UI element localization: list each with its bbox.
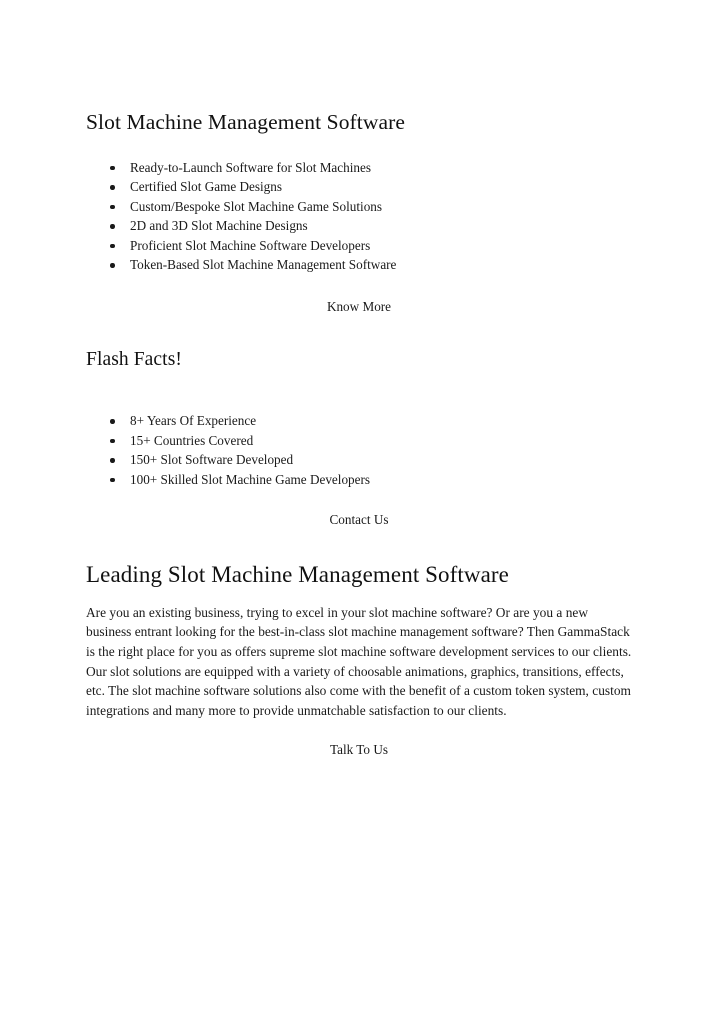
list-item: Token-Based Slot Machine Management Soft… <box>86 255 632 275</box>
list-item: 15+ Countries Covered <box>86 431 632 451</box>
list-item: 2D and 3D Slot Machine Designs <box>86 216 632 236</box>
section-heading-flash-facts: Flash Facts! <box>86 348 182 370</box>
talk-to-us-link[interactable]: Talk To Us <box>86 740 632 759</box>
list-item: 100+ Skilled Slot Machine Game Developer… <box>86 470 632 490</box>
list-item-label: 15+ Countries Covered <box>130 432 254 448</box>
list-item-label: Custom/Bespoke Slot Machine Game Solutio… <box>130 198 383 214</box>
list-item: Ready-to-Launch Software for Slot Machin… <box>86 158 632 178</box>
list-item-label: Token-Based Slot Machine Management Soft… <box>130 257 397 273</box>
list-item-label: 2D and 3D Slot Machine Designs <box>130 218 308 234</box>
section-heading-leading: Leading Slot Machine Management Software <box>86 562 509 588</box>
flash-facts-list: 8+ Years Of Experience 15+ Countries Cov… <box>86 411 632 489</box>
list-item: Certified Slot Game Designs <box>86 177 632 197</box>
list-item-label: Proficient Slot Machine Software Develop… <box>130 237 371 253</box>
list-item: 150+ Slot Software Developed <box>86 450 632 470</box>
list-item-label: Certified Slot Game Designs <box>130 179 282 195</box>
list-item-label: 8+ Years Of Experience <box>130 413 257 429</box>
document-content: Slot Machine Management Software Ready-t… <box>86 110 632 759</box>
section-heading-slot-machine: Slot Machine Management Software <box>86 110 406 134</box>
contact-us-link[interactable]: Contact Us <box>86 510 632 529</box>
leading-paragraph: Are you an existing business, trying to … <box>86 604 632 718</box>
list-item: Proficient Slot Machine Software Develop… <box>86 236 632 256</box>
list-item-label: Ready-to-Launch Software for Slot Machin… <box>130 159 371 175</box>
list-item: Custom/Bespoke Slot Machine Game Solutio… <box>86 197 632 217</box>
list-item-label: 100+ Skilled Slot Machine Game Developer… <box>130 471 371 487</box>
know-more-link[interactable]: Know More <box>86 297 632 316</box>
list-item-label: 150+ Slot Software Developed <box>130 452 294 468</box>
slot-machine-feature-list: Ready-to-Launch Software for Slot Machin… <box>86 158 632 275</box>
list-item: 8+ Years Of Experience <box>86 411 632 431</box>
